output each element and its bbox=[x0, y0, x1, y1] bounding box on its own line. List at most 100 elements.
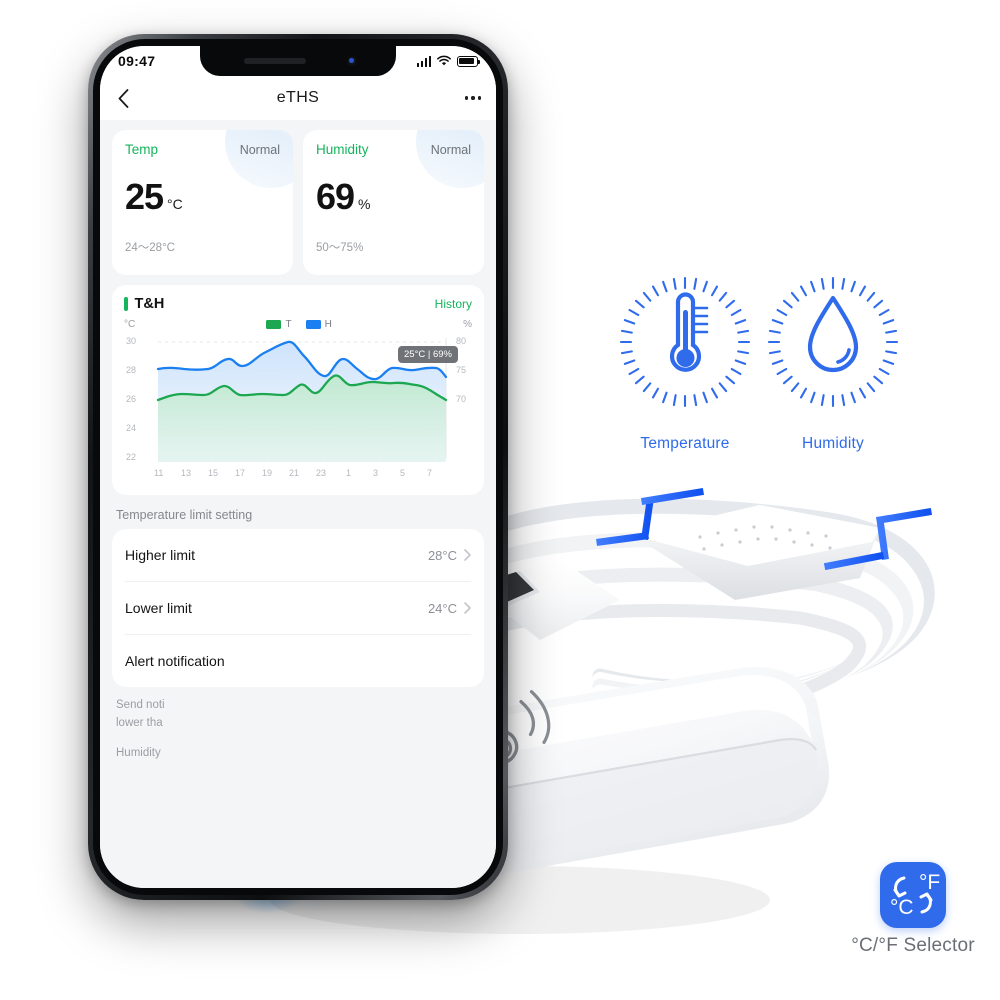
phone-notch bbox=[200, 46, 396, 76]
back-button[interactable] bbox=[100, 88, 146, 108]
chart-header: T&H History bbox=[124, 296, 472, 312]
card-header: Humidity Normal bbox=[316, 142, 471, 157]
legend-label-h: H bbox=[324, 319, 332, 330]
more-options-button[interactable] bbox=[450, 96, 496, 100]
card-unit: °C bbox=[167, 196, 183, 212]
x-tick-3: 17 bbox=[235, 468, 246, 478]
history-link[interactable]: History bbox=[435, 297, 472, 311]
chart-legend: T H bbox=[266, 319, 332, 330]
y-tick-left-28: 28 bbox=[126, 365, 137, 375]
title-accent-bar bbox=[124, 297, 128, 311]
x-tick-10: 7 bbox=[427, 468, 433, 478]
note-line-1: Send noti bbox=[116, 699, 165, 711]
legend-swatch-t bbox=[266, 320, 282, 329]
y-axis-unit-left: °C bbox=[124, 319, 136, 330]
y-tick-left-26: 26 bbox=[126, 394, 137, 404]
section-label: Temperature limit setting bbox=[116, 508, 253, 522]
page-title: eTHS bbox=[276, 89, 320, 106]
chevron-right-icon bbox=[464, 602, 471, 614]
feature-caption: Temperature bbox=[640, 435, 730, 452]
legend-swatch-h bbox=[305, 320, 321, 329]
summary-cards: Temp Normal 25 °C 24～28°C Humidity Norma… bbox=[112, 130, 484, 275]
app-navbar: eTHS bbox=[100, 76, 496, 120]
card-header: Temp Normal bbox=[125, 142, 280, 157]
card-range: 50～75% bbox=[316, 242, 364, 254]
x-tick-8: 3 bbox=[373, 468, 379, 478]
chart-title-text: T&H bbox=[134, 296, 165, 312]
product-marketing-scene: 09:47 eTHS Temp Normal 25 °C 24～28°C Hum… bbox=[0, 0, 1000, 1000]
chevron-left-icon bbox=[118, 88, 128, 108]
battery-icon bbox=[457, 55, 481, 67]
earpiece-speaker bbox=[244, 58, 306, 64]
app-content: Temp Normal 25 °C 24～28°C Humidity Norma… bbox=[100, 120, 496, 888]
phone-mockup: 09:47 eTHS Temp Normal 25 °C 24～28°C Hum… bbox=[88, 34, 508, 900]
x-tick-7: 1 bbox=[346, 468, 352, 478]
settings-note: Send noti lower tha bbox=[116, 697, 480, 733]
svg-text:°F: °F bbox=[919, 871, 940, 894]
legend-label-t: T bbox=[285, 319, 292, 330]
y-tick-right-80: 80 bbox=[456, 336, 467, 346]
temperature-card[interactable]: Temp Normal 25 °C 24～28°C bbox=[112, 130, 293, 275]
legend-item-t: T bbox=[266, 319, 292, 330]
row-value: 28°C bbox=[427, 547, 457, 563]
x-tick-9: 5 bbox=[400, 468, 406, 478]
card-unit: % bbox=[358, 196, 371, 212]
usb-flat-cable bbox=[453, 496, 937, 721]
card-value: 69 % bbox=[316, 179, 471, 215]
chart-plot: 25°C | 69% 30 28 26 24 22 80 75 70 11 13… bbox=[124, 332, 472, 478]
y-tick-left-30: 30 bbox=[126, 336, 137, 346]
row-value-group: 24°C bbox=[428, 601, 471, 616]
feature-temperature: Temperature bbox=[606, 272, 764, 453]
cf-selector-caption: °C/°F Selector bbox=[851, 935, 975, 956]
x-tick-5: 21 bbox=[289, 468, 300, 478]
humidity-section-label: Humidity bbox=[116, 746, 161, 759]
card-label: Temp bbox=[125, 142, 159, 157]
card-range: 24～28°C bbox=[125, 242, 175, 254]
card-number: 69 bbox=[316, 176, 355, 217]
status-icons bbox=[416, 55, 481, 67]
sensor-probe bbox=[632, 505, 880, 600]
y-tick-left-22: 22 bbox=[126, 452, 137, 462]
blue-corner-brackets bbox=[596, 487, 933, 571]
chart-title: T&H bbox=[124, 296, 164, 312]
x-tick-2: 15 bbox=[208, 468, 219, 478]
legend-item-h: H bbox=[305, 319, 332, 330]
svg-text:°C: °C bbox=[890, 896, 914, 919]
row-label: Higher limit bbox=[125, 547, 196, 563]
water-drop-icon bbox=[767, 276, 899, 408]
row-higher-limit[interactable]: Higher limit 28°C bbox=[125, 529, 471, 582]
x-tick-1: 13 bbox=[181, 468, 192, 478]
y-axis-unit-right: % bbox=[463, 319, 472, 330]
card-number: 25 bbox=[125, 176, 164, 217]
cf-selector-badge[interactable]: °F °C bbox=[880, 862, 946, 928]
x-tick-4: 19 bbox=[262, 468, 273, 478]
feature-caption: Humidity bbox=[802, 435, 864, 452]
row-value: 24°C bbox=[427, 600, 457, 616]
th-chart-card: T&H History °C T H % 25°C | 69% 30 28 26… bbox=[112, 285, 484, 495]
row-alert-notification[interactable]: Alert notification bbox=[125, 635, 471, 687]
y-tick-right-70: 70 bbox=[456, 394, 467, 404]
thermometer-icon bbox=[619, 276, 751, 408]
cf-selector-feature: °F °C °C/°F Selector bbox=[838, 862, 988, 957]
card-value: 25 °C bbox=[125, 179, 280, 215]
row-lower-limit[interactable]: Lower limit 24°C bbox=[125, 582, 471, 635]
signal-bars-icon bbox=[416, 55, 431, 67]
feature-humidity: Humidity bbox=[754, 272, 912, 453]
y-tick-right-75: 75 bbox=[456, 365, 467, 375]
status-badge: Normal bbox=[239, 142, 280, 157]
front-camera bbox=[346, 55, 358, 67]
note-line-2: lower tha bbox=[116, 716, 163, 729]
humidity-card[interactable]: Humidity Normal 69 % 50～75% bbox=[303, 130, 484, 275]
wifi-icon bbox=[437, 55, 451, 66]
x-tick-6: 23 bbox=[316, 468, 327, 478]
status-time: 09:47 bbox=[118, 53, 156, 69]
phone-screen: 09:47 eTHS Temp Normal 25 °C 24～28°C Hum… bbox=[100, 46, 496, 888]
row-value-group: 28°C bbox=[428, 548, 471, 563]
card-label: Humidity bbox=[316, 142, 369, 157]
chart-tooltip: 25°C | 69% bbox=[398, 346, 458, 363]
chart-legend-row: °C T H % bbox=[124, 319, 472, 330]
x-tick-0: 11 bbox=[154, 468, 164, 478]
settings-list: Higher limit 28°C Lower limit 24°C Alert… bbox=[112, 529, 484, 687]
chevron-right-icon bbox=[464, 549, 471, 561]
y-tick-left-24: 24 bbox=[126, 423, 137, 433]
